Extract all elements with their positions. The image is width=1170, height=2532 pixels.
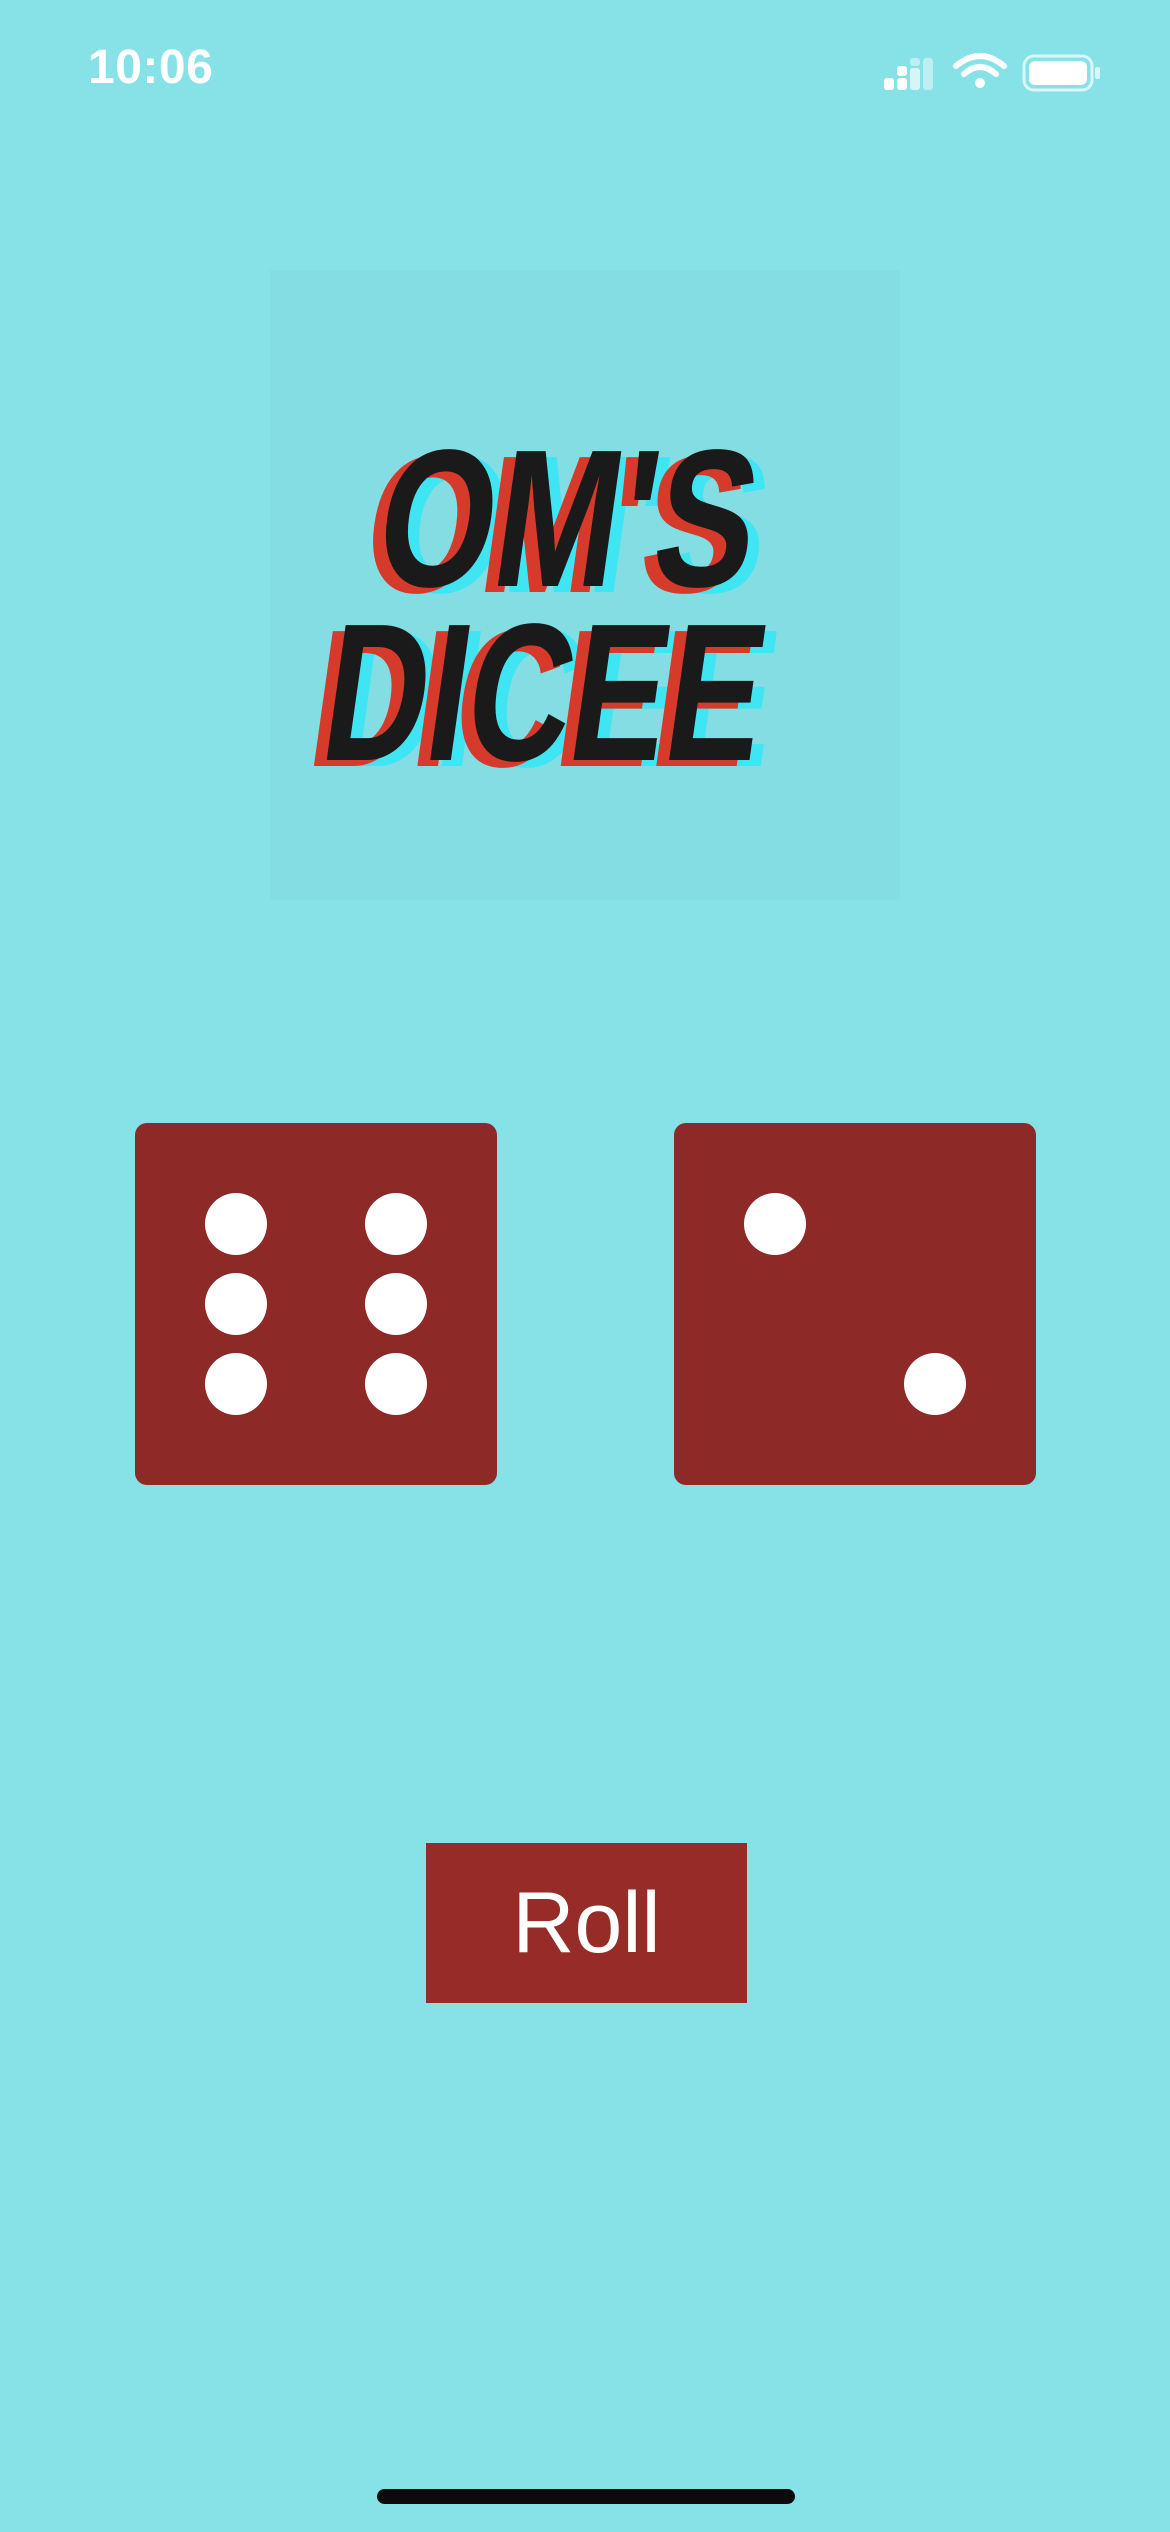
die-pip [903, 1352, 966, 1415]
logo-line2: DICEE [311, 583, 780, 802]
status-icons-svg [884, 53, 1100, 92]
cellular-signal-icon [884, 58, 933, 90]
die-pip [205, 1352, 268, 1415]
dice-row [0, 1123, 1170, 1485]
die-pip [364, 1193, 427, 1256]
app-logo: OM'S OM'S OM'S DICEE DICEE DICEE [270, 270, 900, 900]
home-indicator [377, 2489, 795, 2504]
left-die [135, 1123, 497, 1485]
die-pip [364, 1273, 427, 1335]
wifi-icon [953, 53, 1007, 88]
status-bar: 10:06 [0, 0, 1170, 150]
die-pip [205, 1193, 268, 1256]
battery-icon [1022, 54, 1100, 92]
logo-graphic: OM'S OM'S OM'S DICEE DICEE DICEE [298, 409, 791, 808]
die-pip [205, 1273, 268, 1335]
die-pip [364, 1352, 427, 1415]
status-time: 10:06 [88, 41, 214, 94]
right-die [674, 1123, 1036, 1485]
roll-button[interactable]: Roll [426, 1843, 747, 2003]
status-icons [884, 50, 1114, 100]
die-pip [744, 1193, 807, 1256]
